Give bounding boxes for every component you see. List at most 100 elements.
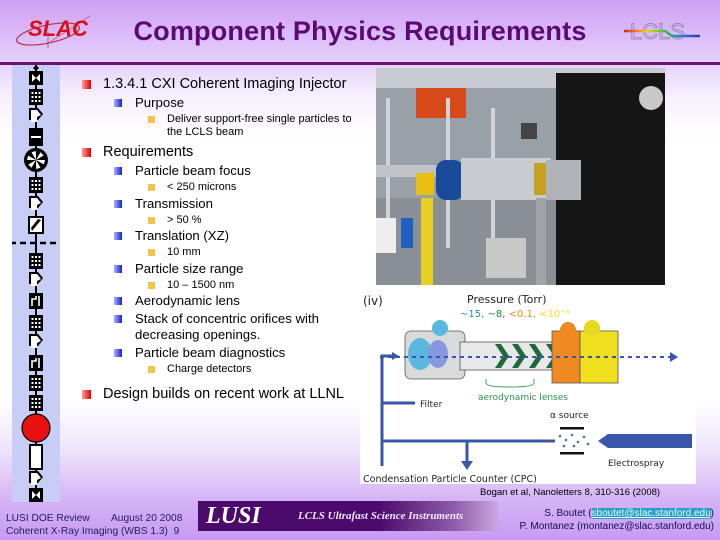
- author-1: S. Boutet (: [544, 508, 592, 519]
- bullet-text: Particle beam diagnostics: [135, 345, 286, 360]
- page-title: Component Physics Requirements: [133, 16, 587, 46]
- flag-icon: [29, 334, 43, 348]
- bullet-marker-icon: [114, 199, 122, 208]
- bullet-level-2: Translation (XZ): [82, 228, 352, 244]
- electrospray-label: Electrospray: [608, 459, 665, 469]
- sample-chamber-icon: [21, 413, 51, 443]
- mirror-icon: [28, 216, 44, 234]
- detector-icon: [29, 444, 43, 470]
- bullet-marker-icon: [114, 297, 122, 305]
- review-name: LUSI DOE Review: [6, 513, 90, 524]
- filter-label: Filter: [420, 400, 443, 410]
- diagnostic-grid-icon: [29, 395, 43, 411]
- bullet-level-1: 1.3.4.1 CXI Coherent Imaging Injector: [82, 76, 352, 93]
- bullet-level-1: Design builds on recent work at LLNL: [82, 386, 352, 403]
- bullet-text: Deliver support-free single particles to…: [167, 113, 352, 138]
- wbs-subtitle: Coherent X-Ray Imaging (WBS 1.3): [6, 526, 168, 537]
- bullet-text: Requirements: [103, 144, 194, 160]
- bullet-text: Translation (XZ): [135, 228, 230, 243]
- pressure-values: ~15, ~8, <0.1, <10⁻³: [460, 309, 570, 320]
- diagnostic-grid-icon: [29, 89, 43, 105]
- bullet-level-2: Particle beam diagnostics: [82, 345, 352, 361]
- bullet-marker-icon: [148, 116, 155, 123]
- bullet-text: Charge detectors: [167, 363, 252, 375]
- pressure-value: <10⁻³: [539, 309, 569, 320]
- bullet-marker-icon: [82, 389, 91, 399]
- lusi-logo: LUSI: [206, 503, 261, 529]
- aperture-icon: [29, 293, 43, 309]
- bullet-level-2: Aerodynamic lens: [82, 293, 352, 309]
- review-date: August 20 2008: [111, 513, 183, 524]
- flag-icon: [29, 471, 43, 485]
- pressure-title: Pressure (Torr): [467, 293, 546, 306]
- wheel-icon: [24, 148, 48, 172]
- bullet-marker-icon: [114, 315, 122, 323]
- lusi-banner: LUSI LCLS Ultrafast Science Instruments: [198, 501, 498, 531]
- aperture-icon: [29, 355, 43, 371]
- footer-contacts: S. Boutet (sboutet@slac.stanford.edu) P.…: [519, 507, 714, 533]
- pressure-value: ~15,: [460, 309, 487, 320]
- bullet-marker-icon: [148, 249, 155, 256]
- bullet-level-1: Requirements: [82, 144, 352, 161]
- email-link[interactable]: sboutet@slac.stanford.edu: [591, 508, 711, 519]
- bullet-marker-icon: [82, 148, 91, 157]
- bullet-text: Aerodynamic lens: [135, 293, 240, 308]
- page-number: 9: [173, 526, 180, 537]
- pressure-value: ~8,: [487, 309, 508, 320]
- gate-valve-icon: [29, 488, 43, 502]
- bullet-text: Purpose: [135, 95, 185, 110]
- citation: Bogan et al, Nanoletters 8, 310-316 (200…: [480, 487, 661, 498]
- bullet-level-2: Purpose: [82, 95, 352, 111]
- bullet-level-3: Deliver support-free single particles to…: [82, 113, 352, 138]
- bullet-text: Transmission: [135, 195, 213, 211]
- lcls-logo: LCLS: [624, 19, 700, 44]
- footer-left: LUSI DOE Review August 20 2008 Coherent X…: [6, 512, 182, 538]
- bullet-text: Design builds on recent work at LLNL: [103, 385, 344, 402]
- bullet-level-3: 10 – 1500 nm: [82, 279, 352, 292]
- bullet-marker-icon: [114, 264, 122, 273]
- injector-photo: [376, 68, 665, 285]
- author-2: P. Montanez (montanez@slac.stanford.edu): [519, 521, 714, 532]
- bullet-marker-icon: [148, 184, 155, 191]
- lusi-tagline: LCLS Ultrafast Science Instruments: [298, 510, 464, 522]
- gate-valve-icon: [29, 71, 43, 85]
- bullet-text: Particle size range: [135, 260, 244, 276]
- bullet-marker-icon: [114, 349, 122, 357]
- lenses-label: aerodynamic lenses: [478, 393, 568, 403]
- bullet-text: 1.3.4.1 CXI Coherent Imaging Injector: [103, 76, 347, 92]
- bullet-marker-icon: [114, 167, 122, 175]
- diagnostic-grid-icon: [29, 253, 43, 269]
- bullet-marker-icon: [114, 99, 122, 107]
- panel-label: (iv): [363, 294, 383, 308]
- bullet-text: > 50 %: [167, 213, 202, 226]
- bullet-text: 10 mm: [167, 246, 201, 258]
- bullet-marker-icon: [148, 366, 155, 373]
- flag-icon: [29, 196, 43, 210]
- bullet-level-2: Transmission: [82, 196, 352, 212]
- diagnostic-grid-icon: [29, 375, 43, 391]
- bullet-level-2: Stack of concentric orifices with decrea…: [82, 311, 352, 343]
- bullet-marker-icon: [148, 281, 155, 289]
- flag-icon: [29, 272, 43, 286]
- diagnostic-grid-icon: [29, 177, 43, 193]
- header-divider: [0, 62, 720, 65]
- pressure-value: <0.1,: [509, 309, 540, 320]
- bullet-marker-icon: [82, 80, 91, 89]
- alpha-source-label: α source: [550, 411, 589, 421]
- bullet-text: 10 – 1500 nm: [167, 278, 235, 291]
- bullet-level-2: Particle beam focus: [82, 163, 352, 179]
- bullet-marker-icon: [148, 216, 155, 224]
- bullet-text: Stack of concentric orifices with decrea…: [135, 311, 319, 342]
- bullet-level-3: Charge detectors: [82, 363, 352, 376]
- bullet-marker-icon: [114, 232, 122, 240]
- aerodynamic-lens-diagram: (iv) Pressure (Torr) ~15, ~8, <0.1, <10⁻…: [360, 286, 696, 485]
- bullet-text: Particle beam focus: [135, 163, 251, 178]
- flag-icon: [29, 108, 43, 122]
- bullet-level-3: < 250 microns: [82, 181, 352, 194]
- beamline-schematic: [12, 65, 60, 502]
- bullet-list: 1.3.4.1 CXI Coherent Imaging Injector Pur…: [82, 72, 352, 403]
- bullet-level-3: 10 mm: [82, 246, 352, 259]
- diagnostic-grid-icon: [29, 315, 43, 331]
- cpc-label: Condensation Particle Counter (CPC): [363, 474, 537, 484]
- bullet-level-3: > 50 %: [82, 214, 352, 227]
